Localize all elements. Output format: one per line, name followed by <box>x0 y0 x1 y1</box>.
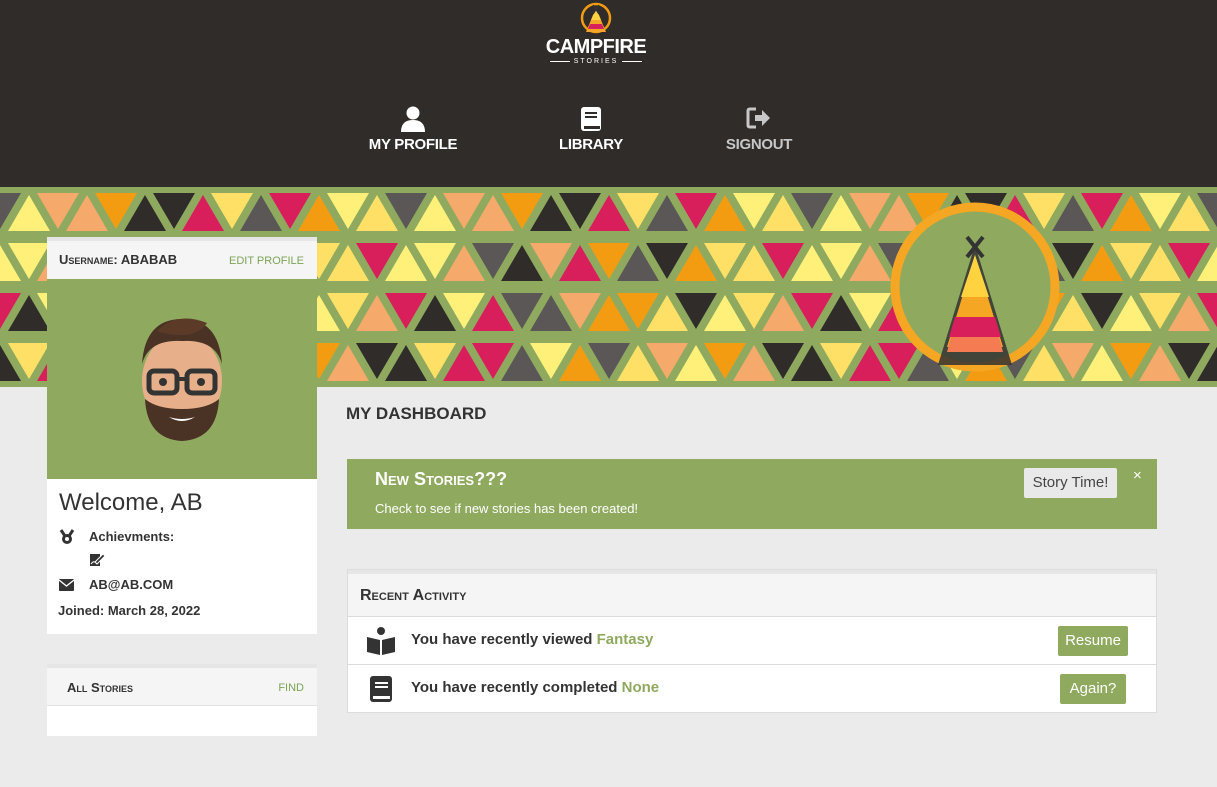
activity-row: You have recently viewed Fantasy Resume <box>348 617 1156 665</box>
campfire-logo[interactable]: CAMPFIRE STORIES <box>543 2 649 70</box>
envelope-icon <box>58 579 75 595</box>
story-time-button[interactable]: Story Time! <box>1024 468 1117 498</box>
again-button[interactable]: Again? <box>1060 674 1126 704</box>
medal-icon <box>59 529 75 545</box>
book-open-icon <box>366 626 396 656</box>
profile-card-header: Username: ABABAB EDIT PROFILE <box>47 237 317 279</box>
resume-button[interactable]: Resume <box>1058 626 1128 656</box>
activity-text: You have recently completed None <box>411 679 659 696</box>
activity-story-link[interactable]: Fantasy <box>597 631 654 648</box>
nav-library[interactable]: LIBRARY <box>546 106 636 153</box>
recent-activity-panel: Recent Activity You have recently viewed… <box>347 569 1157 713</box>
teepee-emblem-icon <box>890 202 1060 372</box>
find-link[interactable]: FIND <box>278 682 304 694</box>
recent-activity-title: Recent Activity <box>360 587 467 604</box>
alert-text: Check to see if new stories has been cre… <box>375 501 639 516</box>
activity-prefix: You have recently viewed <box>411 631 597 648</box>
book-icon <box>366 674 396 704</box>
logo-tagline: STORIES <box>543 58 649 65</box>
profile-card: Username: ABABAB EDIT PROFILE Welcome, A… <box>47 237 317 634</box>
user-icon <box>360 106 466 134</box>
sign-out-icon <box>716 106 802 134</box>
achievements-label: Achievments: <box>89 529 175 544</box>
activity-prefix: You have recently completed <box>411 679 622 696</box>
email-text: AB@AB.COM <box>89 577 174 592</box>
all-stories-title: All Stories <box>67 680 134 695</box>
all-stories-card: All Stories FIND <box>47 664 317 736</box>
logo-title: CAMPFIRE <box>545 36 647 58</box>
avatar <box>142 318 222 441</box>
close-icon[interactable]: × <box>1133 467 1142 484</box>
activity-text: You have recently viewed Fantasy <box>411 631 653 648</box>
recent-activity-header: Recent Activity <box>348 570 1156 617</box>
username-label: Username: ABABAB <box>59 252 178 267</box>
nav-signout[interactable]: SIGNOUT <box>716 106 802 153</box>
signature-icon <box>89 551 106 567</box>
edit-profile-link[interactable]: EDIT PROFILE <box>229 255 304 267</box>
joined-date: Joined: March 28, 2022 <box>58 603 201 618</box>
nav-library-label: LIBRARY <box>558 136 623 153</box>
activity-story-link[interactable]: None <box>622 679 660 696</box>
dashboard-title: MY DASHBOARD <box>346 404 487 423</box>
nav-my-profile[interactable]: MY PROFILE <box>360 106 466 153</box>
nav-my-profile-label: MY PROFILE <box>368 136 458 153</box>
welcome-heading: Welcome, AB <box>59 489 203 516</box>
top-header: CAMPFIRE STORIES MY PROFILE LIBRARY SIGN… <box>0 0 1217 187</box>
all-stories-header: All Stories FIND <box>47 664 317 706</box>
alert-title: New Stories??? <box>375 469 508 489</box>
avatar-area <box>47 279 317 479</box>
activity-row: You have recently completed None Again? <box>348 665 1156 713</box>
book-icon <box>546 106 636 134</box>
nav-signout-label: SIGNOUT <box>725 136 793 153</box>
new-stories-alert: New Stories??? Check to see if new stori… <box>347 459 1157 529</box>
